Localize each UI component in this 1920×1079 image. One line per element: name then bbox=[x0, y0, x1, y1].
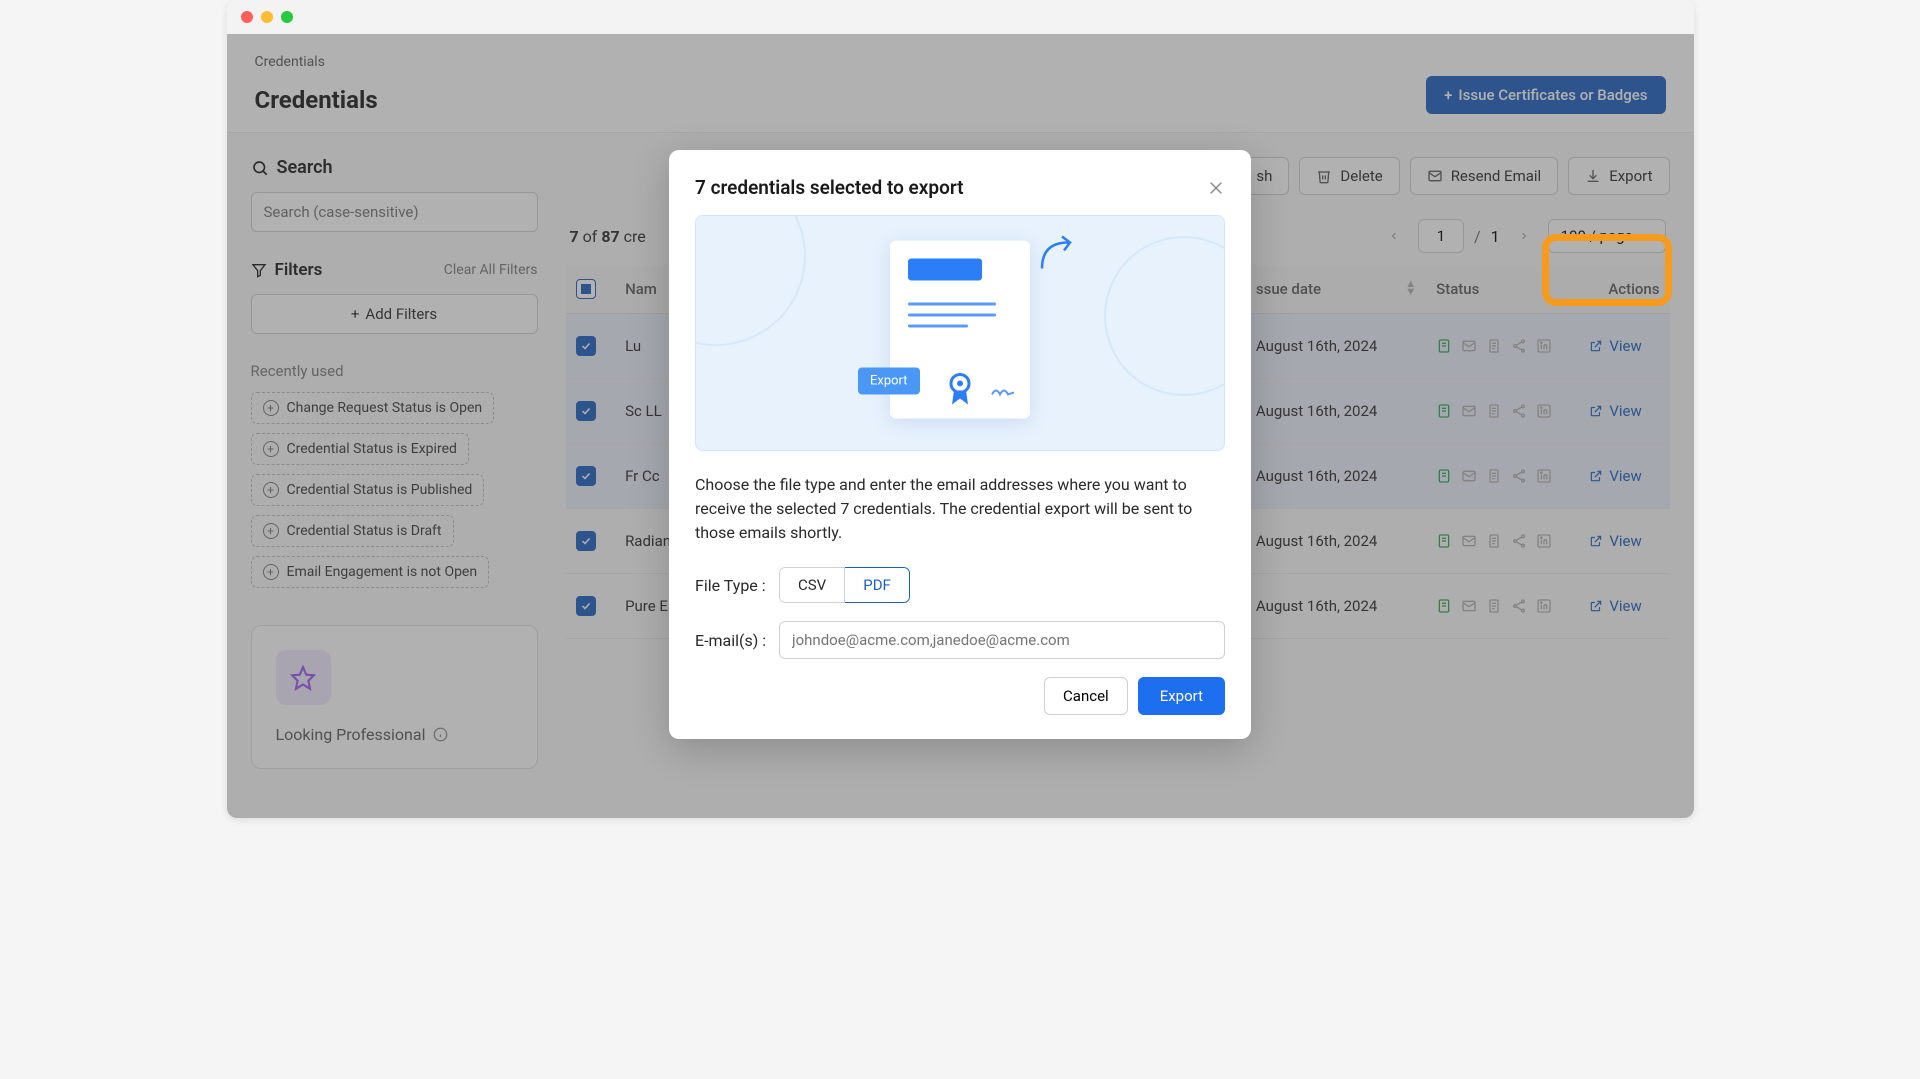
modal-illustration: Export bbox=[695, 215, 1225, 451]
app-window: Credentials Credentials + Issue Certific… bbox=[227, 0, 1694, 818]
close-icon bbox=[1207, 179, 1225, 197]
csv-option[interactable]: CSV bbox=[779, 567, 845, 603]
modal-title: 7 credentials selected to export bbox=[695, 176, 964, 199]
modal-close-button[interactable] bbox=[1207, 179, 1225, 197]
titlebar bbox=[227, 0, 1694, 34]
window-max-dot[interactable] bbox=[281, 11, 293, 23]
file-type-segment: CSV PDF bbox=[779, 567, 910, 603]
modal-cancel-button[interactable]: Cancel bbox=[1044, 677, 1128, 715]
window-close-dot[interactable] bbox=[241, 11, 253, 23]
app-body: Credentials Credentials + Issue Certific… bbox=[227, 34, 1694, 818]
export-modal: 7 credentials selected to export bbox=[669, 150, 1251, 739]
pdf-option[interactable]: PDF bbox=[845, 567, 910, 603]
emails-input[interactable] bbox=[779, 621, 1225, 659]
modal-description: Choose the file type and enter the email… bbox=[695, 473, 1225, 545]
emails-label: E-mail(s) : bbox=[695, 631, 767, 650]
window-min-dot[interactable] bbox=[261, 11, 273, 23]
illus-export-tag: Export bbox=[858, 367, 920, 394]
modal-export-button[interactable]: Export bbox=[1138, 677, 1225, 715]
file-type-label: File Type : bbox=[695, 576, 767, 595]
